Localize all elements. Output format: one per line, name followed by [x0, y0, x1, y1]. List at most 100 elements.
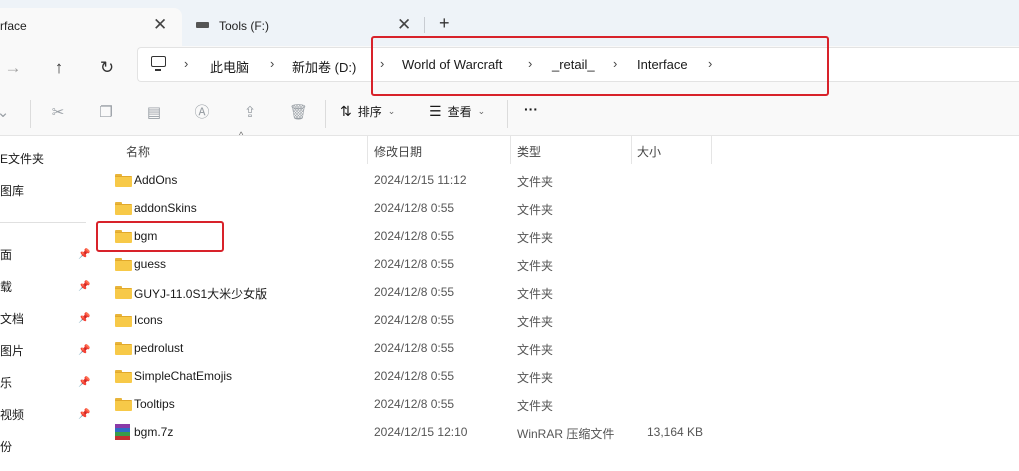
sidebar-item-downloads[interactable]: 载: [0, 278, 12, 295]
table-row[interactable]: bgm.7z 2024/12/15 12:10 WinRAR 压缩文件 13,164 …: [96, 419, 1019, 447]
refresh-button[interactable]: ↻: [94, 55, 120, 81]
sort-button[interactable]: ⇅ 排序 ⌄: [340, 103, 395, 120]
column-header-size[interactable]: 大小: [637, 143, 661, 160]
tab-interface[interactable]: rface ✕: [0, 8, 182, 46]
close-tab-icon[interactable]: ✕: [153, 15, 167, 35]
file-type: WinRAR 压缩文件: [517, 427, 615, 441]
tab-divider: [424, 17, 425, 33]
sidebar-item-desktop[interactable]: 面: [0, 246, 12, 263]
up-button[interactable]: ↑: [46, 55, 72, 81]
file-name: Tooltips: [134, 397, 175, 411]
file-date: 2024/12/8 0:55: [374, 229, 455, 243]
view-button[interactable]: ☰ 查看 ⌄: [429, 103, 485, 120]
file-type: 文件夹: [517, 231, 554, 245]
file-list: ^ 名称 修改日期 类型 大小 AddOns 2024/12/15 11:12 文件…: [96, 130, 1019, 471]
file-size: 13,164 KB: [647, 425, 704, 439]
column-divider[interactable]: [631, 136, 632, 164]
new-tab-button[interactable]: +: [439, 12, 450, 34]
file-date: 2024/12/8 0:55: [374, 313, 455, 327]
folder-icon: [115, 286, 132, 299]
forward-button[interactable]: →: [0, 55, 26, 81]
chevron-down-icon: ⌄: [387, 106, 396, 116]
chevron-right-icon[interactable]: ›: [184, 56, 188, 71]
rename-icon[interactable]: Ⓐ: [193, 104, 211, 122]
column-header-date[interactable]: 修改日期: [374, 143, 422, 160]
more-options-button[interactable]: ···: [524, 101, 538, 117]
sidebar-item-videos[interactable]: 视频: [0, 406, 24, 423]
divider: [30, 100, 31, 128]
file-type: 文件夹: [517, 399, 554, 413]
column-header-name[interactable]: 名称: [126, 143, 150, 160]
sort-ascending-icon: ^: [239, 130, 244, 140]
column-divider[interactable]: [510, 136, 511, 164]
paste-icon[interactable]: ▤: [145, 104, 163, 122]
view-icon: ☰: [429, 103, 442, 119]
table-row[interactable]: Icons 2024/12/8 0:55 文件夹: [96, 307, 1019, 335]
table-row[interactable]: addonSkins 2024/12/8 0:55 文件夹: [96, 195, 1019, 223]
breadcrumb-drive-d[interactable]: 新加卷 (D:): [292, 57, 356, 76]
file-type: 文件夹: [517, 287, 554, 301]
file-name: addonSkins: [134, 201, 197, 215]
cut-icon[interactable]: ✂: [49, 104, 67, 122]
sidebar-item-gallery[interactable]: 图库: [0, 182, 24, 199]
file-type: 文件夹: [517, 371, 554, 385]
highlight-box-bgm: [96, 221, 224, 252]
new-item-icon[interactable]: ⌄: [0, 104, 12, 122]
file-date: 2024/12/8 0:55: [374, 341, 455, 355]
file-type: 文件夹: [517, 203, 554, 217]
divider: [507, 100, 508, 128]
winrar-archive-icon: [115, 424, 130, 440]
table-row[interactable]: pedrolust 2024/12/8 0:55 文件夹: [96, 335, 1019, 363]
close-tab-icon[interactable]: ✕: [397, 15, 411, 35]
sidebar-item-backup[interactable]: 份: [0, 438, 12, 455]
tab-title: rface: [0, 19, 27, 33]
highlight-box-address: [371, 36, 829, 96]
file-name: guess: [134, 257, 167, 271]
column-divider[interactable]: [367, 136, 368, 164]
file-date: 2024/12/8 0:55: [374, 257, 455, 271]
table-row[interactable]: guess 2024/12/8 0:55 文件夹: [96, 251, 1019, 279]
folder-icon: [115, 258, 132, 271]
sidebar-item-music[interactable]: 乐: [0, 374, 12, 391]
file-type: 文件夹: [517, 175, 554, 189]
table-row[interactable]: AddOns 2024/12/15 11:12 文件夹: [96, 167, 1019, 195]
file-type: 文件夹: [517, 343, 554, 357]
sidebar-item-documents[interactable]: 文档: [0, 310, 24, 327]
chevron-right-icon[interactable]: ›: [270, 56, 274, 71]
sort-icon: ⇅: [340, 103, 352, 119]
folder-icon: [115, 398, 132, 411]
view-label: 查看: [447, 105, 472, 119]
table-row[interactable]: SimpleChatEmojis 2024/12/8 0:55 文件夹: [96, 363, 1019, 391]
file-date: 2024/12/15 11:12: [374, 173, 467, 187]
file-date: 2024/12/8 0:55: [374, 285, 455, 299]
column-divider[interactable]: [711, 136, 712, 164]
pin-icon: 📌: [78, 409, 91, 420]
folder-icon: [115, 370, 132, 383]
file-name: GUYJ-11.0S1大米少女版: [134, 287, 268, 301]
pin-icon: 📌: [78, 249, 91, 260]
breadcrumb-this-pc[interactable]: 此电脑: [210, 57, 249, 76]
table-row[interactable]: Tooltips 2024/12/8 0:55 文件夹: [96, 391, 1019, 419]
command-bar: ⌄ ✂ ❐ ▤ Ⓐ ⇪ 🗑 ⇅ 排序 ⌄ ☰ 查看 ⌄ ···: [0, 92, 1019, 136]
folder-icon: [115, 314, 132, 327]
file-name: pedrolust: [134, 341, 184, 355]
drive-icon: [196, 22, 209, 28]
sidebar-item-pictures[interactable]: 图片: [0, 342, 24, 359]
pin-icon: 📌: [78, 281, 91, 292]
table-row[interactable]: GUYJ-11.0S1大米少女版 2024/12/8 0:55 文件夹: [96, 279, 1019, 307]
tab-title: Tools (F:): [219, 19, 270, 33]
file-date: 2024/12/15 12:10: [374, 425, 468, 439]
file-type: 文件夹: [517, 259, 554, 273]
share-icon[interactable]: ⇪: [241, 104, 259, 122]
table-row[interactable]: bgm 2024/12/8 0:55 文件夹: [96, 223, 1019, 251]
column-header-type[interactable]: 类型: [517, 143, 541, 160]
file-date: 2024/12/8 0:55: [374, 397, 455, 411]
file-type: 文件夹: [517, 315, 554, 329]
folder-icon: [115, 342, 132, 355]
copy-icon[interactable]: ❐: [97, 104, 115, 122]
file-name: AddOns: [134, 173, 178, 187]
delete-icon[interactable]: 🗑: [289, 104, 308, 122]
sidebar-item-home[interactable]: E文件夹: [0, 150, 44, 167]
file-name: SimpleChatEmojis: [134, 369, 233, 383]
sidebar: E文件夹 图库 面 📌 载 📌 文档 📌 图片 📌 乐 📌 视频 📌 份: [0, 136, 94, 471]
